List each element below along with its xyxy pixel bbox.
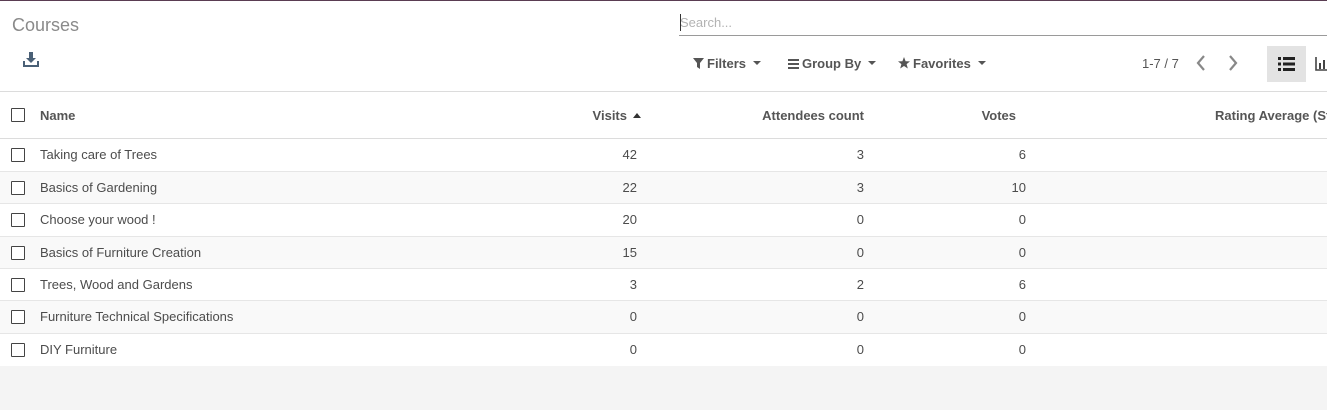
select-all-checkbox[interactable]	[11, 108, 25, 122]
cell-visits: 0	[629, 342, 637, 357]
row-checkbox[interactable]	[11, 181, 25, 195]
groupby-label: Group By	[802, 56, 862, 71]
cell-name: Taking care of Trees	[40, 147, 158, 162]
table-row[interactable]: Trees, Wood and Gardens 3 2 6	[0, 269, 1327, 301]
column-header-rating[interactable]: Rating Average (Sta	[1215, 108, 1327, 123]
groupby-dropdown[interactable]: Group By	[788, 56, 877, 71]
column-header-attendees[interactable]: Attendees count	[700, 108, 864, 123]
column-header-visits[interactable]: Visits	[560, 108, 641, 123]
download-button[interactable]	[22, 51, 40, 71]
pager-value[interactable]: 1-7 / 7	[1142, 56, 1179, 71]
search-bar	[679, 11, 1327, 36]
cell-attendees: 0	[856, 309, 864, 324]
favorites-label: Favorites	[913, 56, 971, 71]
list-view-icon	[1278, 57, 1295, 71]
empty-area	[0, 366, 1327, 410]
text-cursor	[680, 14, 681, 31]
cell-attendees: 3	[856, 180, 864, 195]
control-panel: Courses Filters Group By Favorites 1-7 /…	[0, 1, 1327, 91]
cell-visits: 22	[622, 180, 637, 195]
row-checkbox[interactable]	[11, 246, 25, 260]
cell-votes: 10	[1011, 180, 1026, 195]
table-row[interactable]: Basics of Furniture Creation 15 0 0	[0, 237, 1327, 269]
cell-visits: 42	[622, 147, 637, 162]
sort-ascending-icon	[633, 113, 641, 118]
cell-name: Furniture Technical Specifications	[40, 309, 234, 324]
cell-votes: 0	[1018, 245, 1026, 260]
cell-name: Basics of Furniture Creation	[40, 245, 202, 260]
cell-votes: 0	[1018, 342, 1026, 357]
cell-votes: 6	[1018, 277, 1026, 292]
filters-dropdown[interactable]: Filters	[693, 56, 762, 71]
cell-attendees: 0	[856, 245, 864, 260]
table-row[interactable]: Taking care of Trees 42 3 6	[0, 139, 1327, 172]
table-row[interactable]: DIY Furniture 0 0 0	[0, 334, 1327, 367]
cell-votes: 0	[1018, 212, 1026, 227]
cell-attendees: 2	[856, 277, 864, 292]
row-checkbox[interactable]	[11, 148, 25, 162]
table-header: Name Visits Attendees count Votes Rating…	[0, 92, 1327, 139]
favorites-dropdown[interactable]: Favorites	[898, 56, 986, 71]
table-row[interactable]: Choose your wood ! 20 0 0	[0, 204, 1327, 237]
graph-view-button[interactable]	[1310, 46, 1327, 82]
star-icon	[898, 57, 910, 69]
row-checkbox[interactable]	[11, 213, 25, 227]
table-row[interactable]: Basics of Gardening 22 3 10	[0, 172, 1327, 204]
bar-chart-icon	[1315, 57, 1327, 71]
filters-label: Filters	[707, 56, 747, 71]
cell-name: Choose your wood !	[40, 212, 156, 227]
cell-visits: 0	[629, 309, 637, 324]
cell-votes: 0	[1018, 309, 1026, 324]
row-checkbox[interactable]	[11, 278, 25, 292]
chevron-right-icon	[1229, 55, 1238, 71]
cell-visits: 20	[622, 212, 637, 227]
caret-down-icon	[977, 61, 986, 65]
bars-icon	[788, 59, 799, 69]
cell-votes: 6	[1018, 147, 1026, 162]
table-row[interactable]: Furniture Technical Specifications 0 0 0	[0, 301, 1327, 334]
column-header-visits-label: Visits	[592, 108, 627, 123]
cell-visits: 3	[629, 277, 637, 292]
cell-name: DIY Furniture	[40, 342, 118, 357]
row-checkbox[interactable]	[11, 310, 25, 324]
column-header-name[interactable]: Name	[40, 108, 75, 123]
cell-attendees: 0	[856, 342, 864, 357]
cell-name: Trees, Wood and Gardens	[40, 277, 193, 292]
cell-attendees: 3	[856, 147, 864, 162]
courses-table: Name Visits Attendees count Votes Rating…	[0, 91, 1327, 367]
page-title: Courses	[12, 15, 80, 35]
caret-down-icon	[868, 61, 877, 65]
search-input[interactable]	[679, 12, 1320, 32]
download-icon	[23, 52, 39, 67]
cell-visits: 15	[622, 245, 637, 260]
list-view-button[interactable]	[1267, 46, 1306, 82]
cell-attendees: 0	[856, 212, 864, 227]
pager-next-button[interactable]	[1227, 54, 1243, 74]
funnel-icon	[693, 58, 704, 69]
caret-down-icon	[753, 61, 762, 65]
column-header-votes[interactable]: Votes	[900, 108, 1016, 123]
chevron-left-icon	[1196, 55, 1205, 71]
row-checkbox[interactable]	[11, 343, 25, 357]
cell-name: Basics of Gardening	[40, 180, 158, 195]
pager-previous-button[interactable]	[1195, 54, 1211, 74]
